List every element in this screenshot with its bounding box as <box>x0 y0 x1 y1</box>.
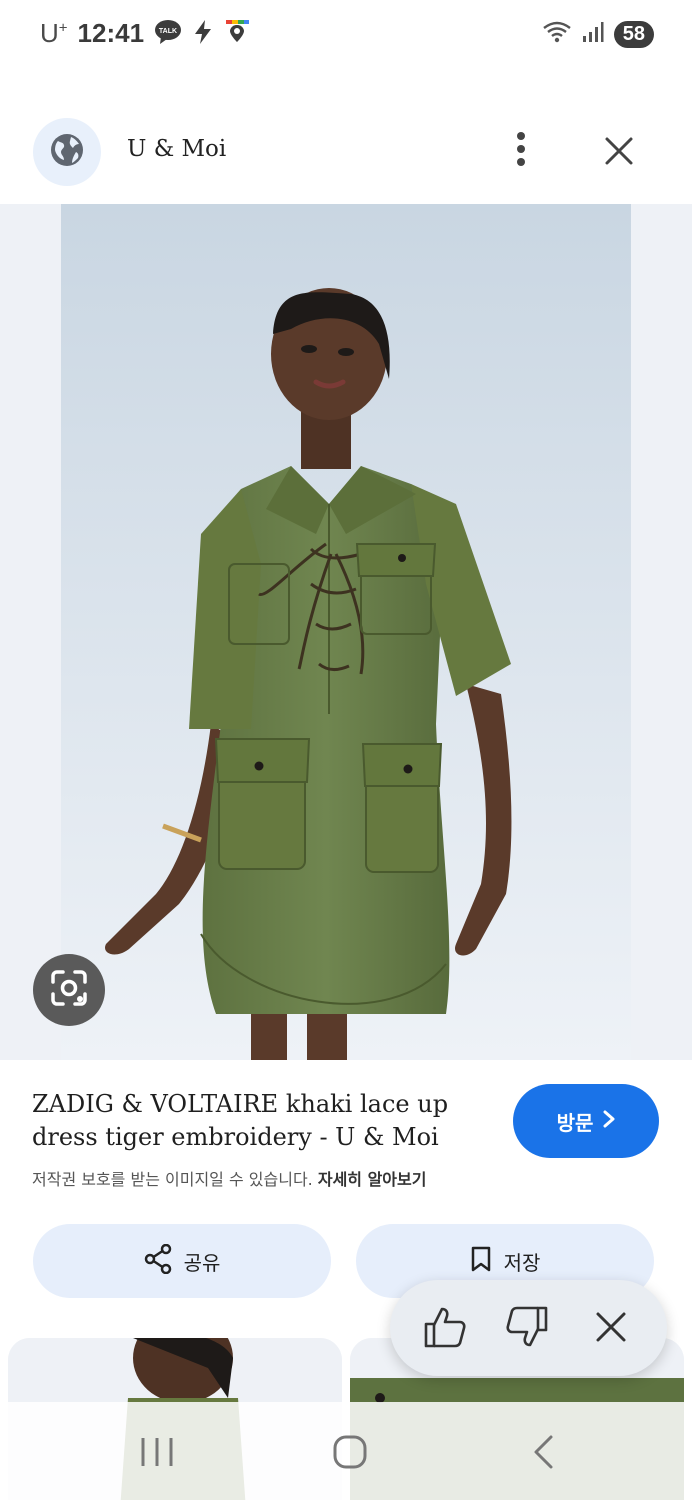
carrier-label: U+ <box>40 18 68 48</box>
home-icon[interactable] <box>332 1434 368 1474</box>
signal-icon <box>582 21 604 47</box>
close-button[interactable] <box>596 130 642 176</box>
share-label: 공유 <box>183 1250 221 1275</box>
site-name[interactable]: U & Moi <box>127 136 226 162</box>
result-title[interactable]: ZADIG & VOLTAIRE khaki lace up dress tig… <box>32 1088 492 1154</box>
feedback-bar <box>390 1280 667 1376</box>
share-icon <box>144 1243 172 1279</box>
thumb-down-icon[interactable] <box>504 1304 550 1354</box>
thumb-up-icon[interactable] <box>422 1304 468 1354</box>
recent-apps-icon[interactable] <box>140 1436 174 1472</box>
learn-more-link[interactable]: 자세히 알아보기 <box>318 1170 427 1189</box>
bookmark-icon <box>470 1245 492 1278</box>
globe-icon <box>49 132 85 172</box>
share-button[interactable]: 공유 <box>33 1224 331 1298</box>
status-bar: U+ 12:41 TALK 58 <box>0 0 692 72</box>
location-icon <box>224 19 250 49</box>
clock: 12:41 <box>77 18 145 48</box>
lens-icon <box>49 968 89 1012</box>
wifi-icon <box>542 20 572 48</box>
talk-icon: TALK <box>154 19 182 49</box>
viewer-header: U & Moi <box>0 112 692 194</box>
product-photo <box>61 204 631 1060</box>
site-favicon[interactable] <box>33 118 101 186</box>
system-navigation-bar <box>0 1402 692 1500</box>
image-preview[interactable] <box>0 204 692 1060</box>
feedback-close-icon[interactable] <box>594 1310 628 1348</box>
close-icon <box>604 136 634 170</box>
back-icon[interactable] <box>530 1434 556 1474</box>
visit-label: 방문 <box>556 1110 594 1135</box>
charging-icon <box>192 19 214 49</box>
google-lens-button[interactable] <box>33 954 105 1026</box>
more-options-button[interactable] <box>500 130 542 172</box>
copyright-text: 저작권 보호를 받는 이미지일 수 있습니다. <box>32 1170 313 1189</box>
visit-button[interactable]: 방문 <box>513 1084 659 1158</box>
svg-text:TALK: TALK <box>159 28 177 35</box>
more-vert-icon <box>516 131 526 171</box>
save-label: 저장 <box>503 1250 541 1275</box>
chevron-right-icon <box>603 1109 615 1133</box>
battery-indicator: 58 <box>613 20 654 48</box>
copyright-notice: 저작권 보호를 받는 이미지일 수 있습니다. 자세히 알아보기 <box>32 1166 426 1190</box>
